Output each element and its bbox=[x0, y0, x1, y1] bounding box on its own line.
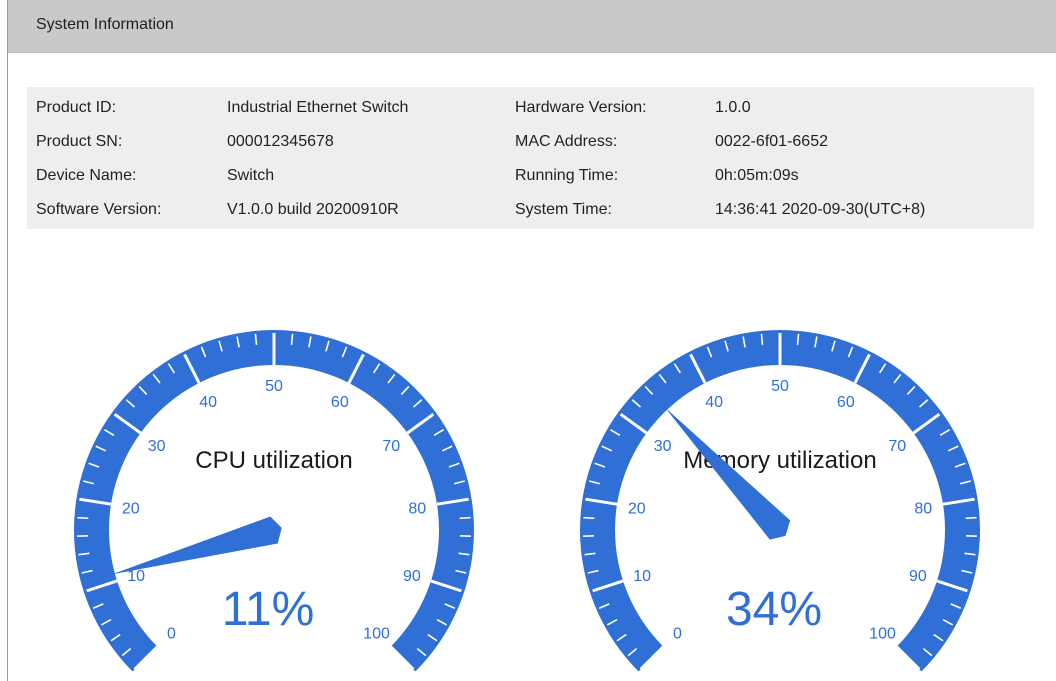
gauge-minor-tick bbox=[965, 516, 977, 520]
value-hardware-version: 1.0.0 bbox=[715, 99, 751, 116]
value-product-sn: 000012345678 bbox=[227, 133, 334, 150]
gauge-tick-label: 70 bbox=[888, 438, 906, 455]
gauge-minor-tick bbox=[459, 516, 471, 520]
section-title: System Information bbox=[36, 16, 174, 33]
cpu-gauge-svg: CPU utilization010203040506070809010011% bbox=[74, 329, 475, 672]
gauge-tick-label: 0 bbox=[167, 626, 176, 643]
gauge-value: 34% bbox=[726, 583, 822, 636]
cpu-utilization-gauge: CPU utilization 0 10 20 30 40 50 60 70 80 90 100 11% bbox=[74, 329, 475, 681]
gauge-tick-label: 30 bbox=[148, 438, 166, 455]
info-row-device-name: Device Name: Switch Running Time: 0h:05m… bbox=[27, 165, 1034, 199]
gauge-value: 11% bbox=[222, 583, 315, 636]
value-running-time: 0h:05m:09s bbox=[715, 167, 799, 184]
gauge-minor-tick bbox=[77, 516, 89, 520]
gauge-tick-label: 80 bbox=[914, 500, 932, 517]
gauge-tick-label: 60 bbox=[837, 394, 855, 411]
gauge-needle bbox=[111, 516, 282, 575]
memory-utilization-gauge: Memory utilization 0 10 20 30 40 50 60 70 80 90 100… bbox=[580, 329, 980, 681]
gauge-tick-label: 40 bbox=[199, 394, 217, 411]
gauge-tick-label: 50 bbox=[771, 378, 789, 395]
system-info-panel: Product ID: Industrial Ethernet Switch H… bbox=[27, 87, 1034, 229]
gauge-tick-label: 80 bbox=[408, 500, 426, 517]
frame-border bbox=[7, 0, 8, 681]
label-running-time: Running Time: bbox=[515, 167, 619, 184]
label-product-sn: Product SN: bbox=[36, 133, 123, 150]
gauge-minor-tick bbox=[796, 333, 800, 345]
info-row-product-id: Product ID: Industrial Ethernet Switch H… bbox=[27, 97, 1034, 131]
info-row-product-sn: Product SN: 000012345678 MAC Address: 00… bbox=[27, 131, 1034, 165]
label-device-name: Device Name: bbox=[36, 167, 137, 184]
gauge-tick-label: 10 bbox=[633, 568, 651, 585]
gauge-title: CPU utilization bbox=[195, 447, 352, 474]
label-hardware-version: Hardware Version: bbox=[515, 99, 647, 116]
gauge-tick-label: 40 bbox=[705, 394, 723, 411]
label-product-id: Product ID: bbox=[36, 99, 117, 116]
value-product-id: Industrial Ethernet Switch bbox=[227, 99, 409, 116]
gauge-tick-label: 50 bbox=[265, 378, 283, 395]
gauge-tick-label: 70 bbox=[382, 438, 400, 455]
value-mac-address: 0022-6f01-6652 bbox=[715, 133, 828, 150]
label-mac-address: MAC Address: bbox=[515, 133, 618, 150]
gauge-tick-label: 100 bbox=[363, 626, 390, 643]
memory-gauge-svg: Memory utilization0102030405060708090100… bbox=[580, 329, 980, 672]
label-system-time: System Time: bbox=[515, 201, 612, 218]
gauge-tick-label: 30 bbox=[654, 438, 672, 455]
gauge-minor-tick bbox=[760, 333, 764, 345]
gauge-tick-label: 20 bbox=[628, 500, 646, 517]
info-row-software-version: Software Version: V1.0.0 build 20200910R… bbox=[27, 199, 1034, 233]
label-software-version: Software Version: bbox=[36, 201, 162, 218]
gauge-minor-tick bbox=[254, 333, 258, 345]
value-device-name: Switch bbox=[227, 167, 275, 184]
gauge-minor-tick bbox=[583, 516, 595, 520]
gauge-tick-label: 100 bbox=[869, 626, 896, 643]
section-header: System Information bbox=[8, 0, 1056, 53]
value-system-time: 14:36:41 2020-09-30(UTC+8) bbox=[715, 201, 926, 218]
gauge-tick-label: 90 bbox=[403, 568, 421, 585]
gauge-tick-label: 0 bbox=[673, 626, 682, 643]
value-software-version: V1.0.0 build 20200910R bbox=[227, 201, 399, 218]
gauge-tick-label: 90 bbox=[909, 568, 927, 585]
gauge-minor-tick bbox=[290, 333, 294, 345]
gauge-tick-label: 60 bbox=[331, 394, 349, 411]
gauge-tick-label: 20 bbox=[122, 500, 140, 517]
